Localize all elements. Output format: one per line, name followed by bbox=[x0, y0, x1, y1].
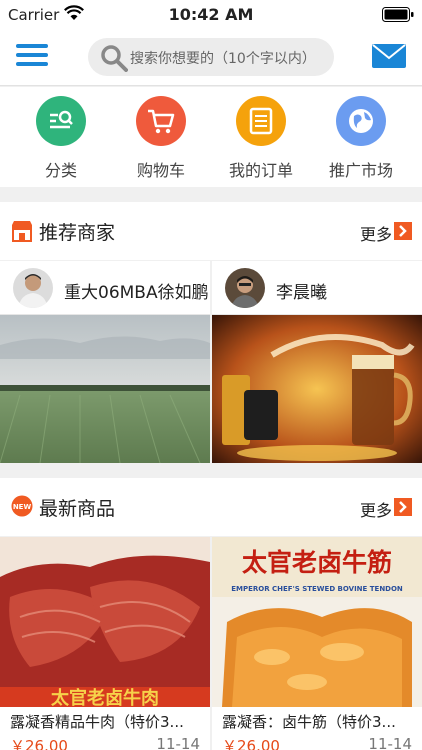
product-price: ￥26.00 bbox=[10, 737, 68, 750]
new-badge-icon: NEW bbox=[11, 495, 33, 517]
merchant-card[interactable]: 李晨曦 bbox=[212, 261, 422, 463]
search-input[interactable]: 搜索你想要的（10个字以内） bbox=[88, 38, 334, 76]
top-nav: 搜索你想要的（10个字以内） bbox=[0, 30, 422, 86]
merchant-head: 李晨曦 bbox=[212, 261, 422, 315]
section-title: 推荐商家 bbox=[39, 222, 116, 244]
mail-icon[interactable] bbox=[372, 44, 406, 68]
product-photo-beef: 太官老卤牛肉 bbox=[0, 537, 210, 707]
status-bar: Carrier 10:42 AM bbox=[0, 0, 422, 30]
merchant-name: 重大06MBA徐如鹏 bbox=[64, 283, 209, 303]
product-card[interactable]: 太官老卤牛筋 EMPEROR CHEF'S STEWED BOVINE TEND… bbox=[212, 537, 422, 750]
product-image-text: 太官老卤牛筋 bbox=[242, 548, 392, 577]
chevron-right-icon[interactable] bbox=[394, 498, 412, 516]
category-item-classify[interactable]: 分类 bbox=[21, 96, 101, 181]
product-date: 11-14 bbox=[368, 735, 412, 750]
menu-icon-bar bbox=[16, 44, 48, 48]
avatar bbox=[13, 268, 53, 308]
menu-button[interactable] bbox=[16, 44, 48, 70]
recommended-header: 推荐商家 更多 bbox=[0, 202, 422, 260]
more-link[interactable]: 更多 bbox=[360, 497, 392, 521]
order-icon bbox=[236, 96, 286, 146]
product-image-subtext: EMPEROR CHEF'S STEWED BOVINE TENDON bbox=[231, 585, 403, 593]
category-label: 购物车 bbox=[136, 161, 185, 180]
category-item-cart[interactable]: 购物车 bbox=[121, 96, 201, 181]
latest-header: NEW 最新商品 更多 bbox=[0, 478, 422, 536]
product-name: 露凝香精品牛肉（特价3... bbox=[10, 713, 184, 731]
menu-icon-bar bbox=[16, 53, 48, 57]
clock: 10:42 AM bbox=[168, 5, 254, 24]
shop-icon bbox=[12, 221, 32, 242]
product-price: ￥26.00 bbox=[222, 737, 280, 750]
product-image-text: 太官老卤牛肉 bbox=[51, 687, 159, 707]
category-label: 我的订单 bbox=[228, 161, 293, 180]
product-card[interactable]: 太官老卤牛肉 露凝香精品牛肉（特价3... ￥26.00 11-14 bbox=[0, 537, 210, 750]
product-date: 11-14 bbox=[156, 735, 200, 750]
section-title: 最新商品 bbox=[39, 498, 116, 520]
more-link[interactable]: 更多 bbox=[360, 221, 392, 245]
menu-icon-bar bbox=[16, 62, 48, 66]
battery-icon bbox=[382, 7, 414, 22]
merchant-photo-rice-field bbox=[0, 315, 210, 463]
merchant-head: 重大06MBA徐如鹏 bbox=[0, 261, 210, 315]
globe-icon bbox=[336, 96, 386, 146]
avatar bbox=[225, 268, 265, 308]
search-placeholder: 搜索你想要的（10个字以内） bbox=[130, 51, 316, 67]
merchant-name: 李晨曦 bbox=[276, 283, 327, 303]
new-badge-text: NEW bbox=[13, 503, 32, 511]
merchant-photo-beer bbox=[212, 315, 422, 463]
merchant-card[interactable]: 重大06MBA徐如鹏 bbox=[0, 261, 210, 463]
category-item-orders[interactable]: 我的订单 bbox=[221, 96, 301, 181]
cart-icon bbox=[136, 96, 186, 146]
category-bar: 分类 购物车 我的订单 推广市场 bbox=[0, 87, 422, 187]
category-item-market[interactable]: 推广市场 bbox=[321, 96, 401, 181]
product-name: 露凝香：卤牛筋（特价3... bbox=[222, 713, 396, 731]
chevron-right-icon[interactable] bbox=[394, 222, 412, 240]
product-photo-tendon: 太官老卤牛筋 EMPEROR CHEF'S STEWED BOVINE TEND… bbox=[212, 537, 422, 707]
category-label: 推广市场 bbox=[328, 161, 393, 180]
search-icon bbox=[101, 45, 128, 72]
category-icon bbox=[36, 96, 86, 146]
category-label: 分类 bbox=[44, 161, 77, 180]
